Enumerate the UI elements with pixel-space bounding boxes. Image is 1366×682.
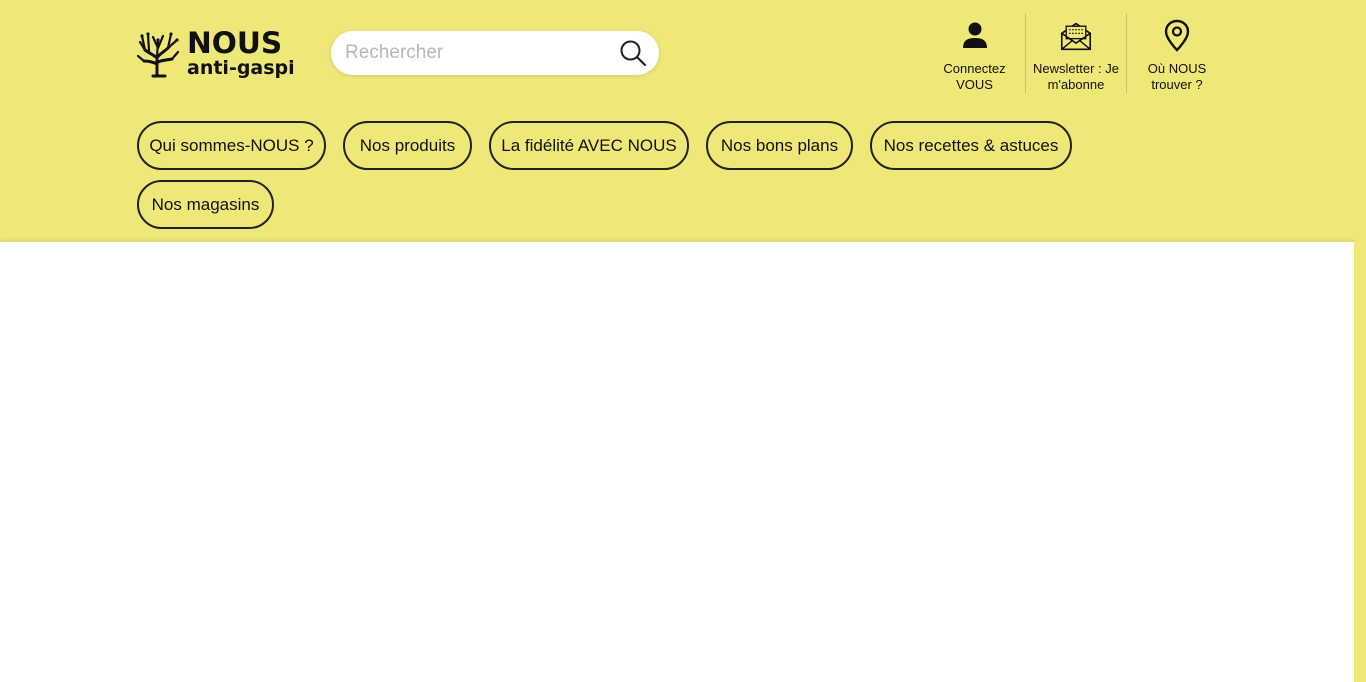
nav-item-about[interactable]: Qui sommes-NOUS ? (137, 121, 326, 170)
account-label-line2: VOUS (956, 77, 993, 92)
search-icon (620, 40, 647, 67)
brand-wordmark: NOUS anti-gaspi (187, 25, 295, 79)
store-locator-label-line2: trouver ? (1151, 77, 1203, 92)
nav-item-deals[interactable]: Nos bons plans (706, 121, 853, 170)
search-button[interactable] (619, 39, 647, 67)
nav-item-loyalty[interactable]: La fidélité AVEC NOUS (489, 121, 689, 170)
newsletter-link[interactable]: Newsletter : Je m'abonne (1025, 13, 1126, 93)
store-locator-label: Où NOUS trouver ? (1132, 61, 1222, 93)
search-bar (331, 31, 659, 75)
search-input[interactable] (345, 31, 605, 75)
user-icon (959, 18, 991, 54)
newsletter-label-line2: m'abonne (1047, 77, 1105, 92)
nav-item-stores[interactable]: Nos magasins (137, 180, 274, 229)
page-edge (1354, 242, 1366, 682)
account-label: Connectez VOUS (930, 61, 1020, 93)
site-header: NOUS anti-gaspi Rechercher Connectez VOU… (0, 0, 1366, 242)
map-pin-icon (1161, 18, 1193, 54)
store-locator-label-line1: Où NOUS (1147, 61, 1207, 76)
brand-tagline: anti-gaspi (187, 56, 295, 79)
brand-logo[interactable]: NOUS anti-gaspi (137, 26, 297, 80)
page: NOUS anti-gaspi Rechercher Connectez VOU… (0, 0, 1366, 682)
newsletter-label: Newsletter : Je m'abonne (1031, 61, 1121, 93)
account-label-line1: Connectez (943, 61, 1006, 76)
envelope-icon (1060, 18, 1092, 54)
store-locator-link[interactable]: Où NOUS trouver ? (1126, 13, 1227, 93)
nav-item-products[interactable]: Nos produits (343, 121, 472, 170)
newsletter-label-line1: Newsletter : Je (1033, 61, 1119, 76)
brand-name: NOUS (187, 25, 283, 60)
nav-item-recipes[interactable]: Nos recettes & astuces (870, 121, 1072, 170)
account-link[interactable]: Connectez VOUS (924, 13, 1025, 93)
header-actions: Connectez VOUS Newsletter : Je m'abonne … (924, 13, 1227, 93)
main-content (0, 242, 1354, 682)
tree-icon (137, 32, 180, 78)
